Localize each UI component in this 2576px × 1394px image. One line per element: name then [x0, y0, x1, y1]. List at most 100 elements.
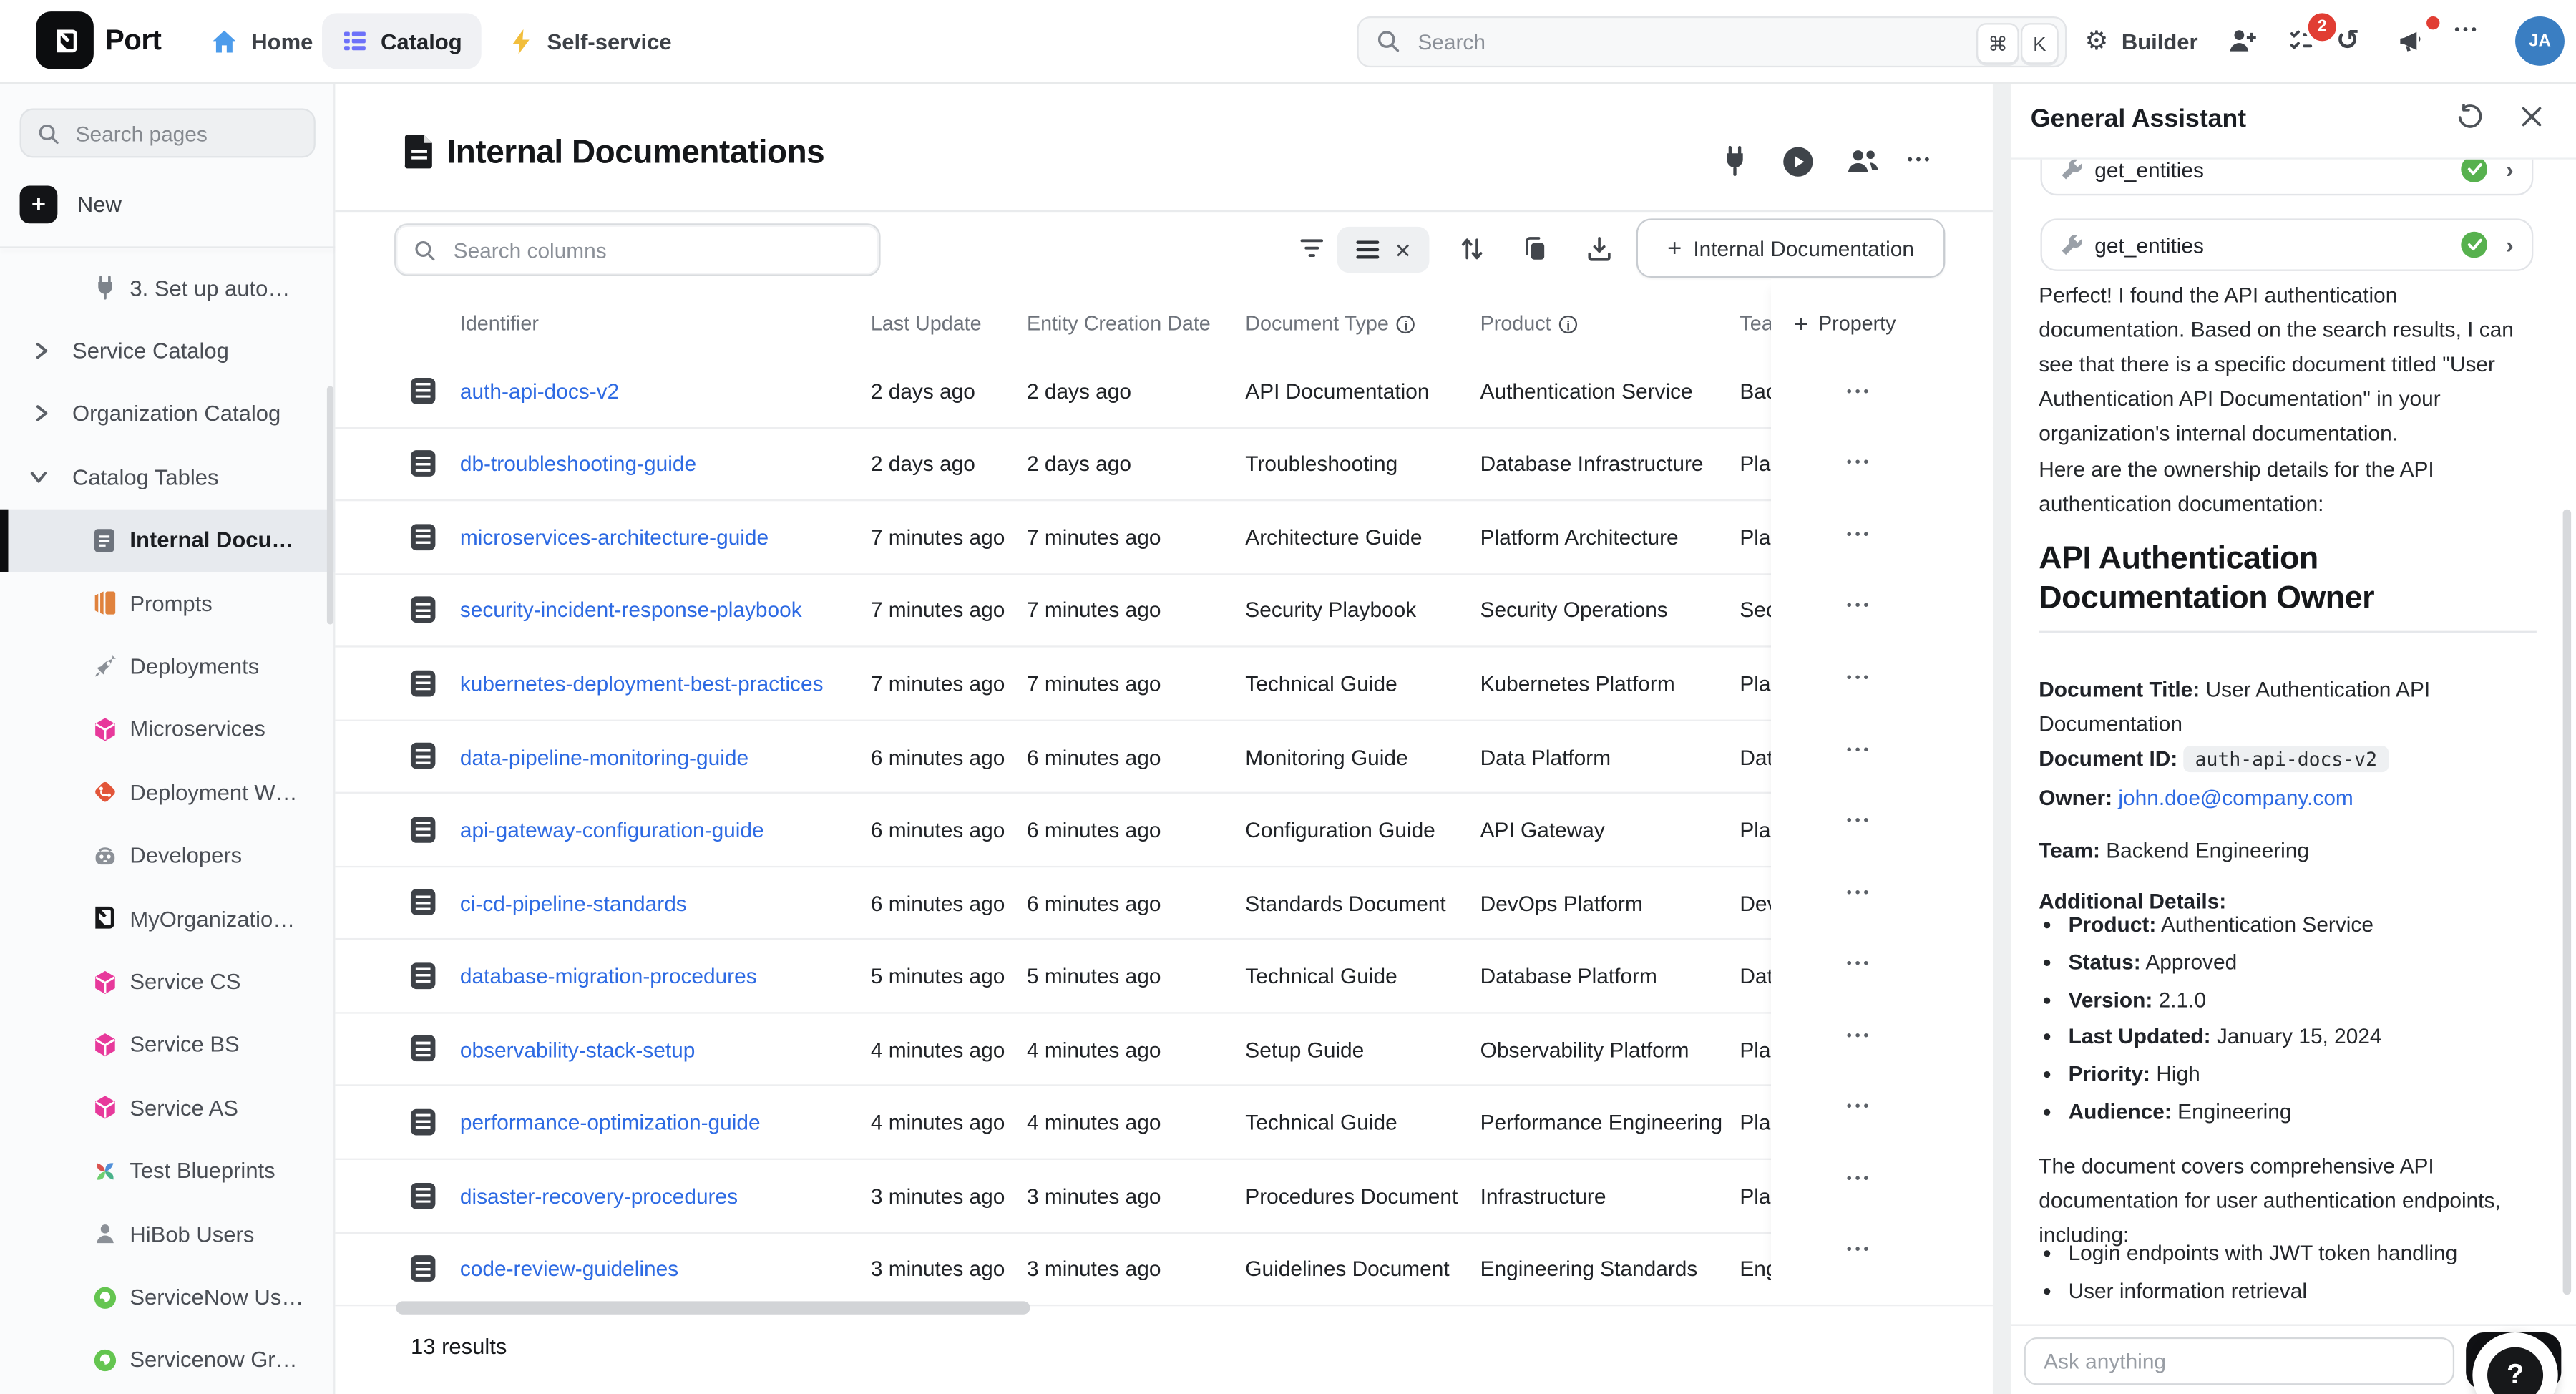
people-icon[interactable] [1845, 145, 1881, 177]
close-icon[interactable] [2519, 104, 2545, 130]
team-label: Team: [2039, 838, 2100, 862]
identifier-link[interactable]: auth-api-docs-v2 [460, 379, 619, 403]
sidebar-group-organization-catalog[interactable]: Organization Catalog [0, 382, 335, 445]
table-row: observability-stack-setup 4 minutes ago … [335, 1013, 1993, 1086]
global-search[interactable]: ⌘ K [1357, 16, 2067, 67]
row-menu-icon[interactable] [1840, 1091, 1878, 1121]
history-icon[interactable]: ↺ [2336, 24, 2360, 57]
sidebar-item-myorganization[interactable]: MyOrganizatio… [0, 887, 335, 950]
sidebar-search[interactable] [20, 109, 316, 158]
more-icon[interactable]: ••• [2454, 21, 2479, 38]
sidebar-item-service-bs[interactable]: Service BS [0, 1013, 335, 1076]
more-icon[interactable]: ••• [1908, 151, 1933, 167]
row-menu-icon[interactable] [1840, 662, 1878, 691]
reset-icon[interactable] [2456, 104, 2484, 132]
add-property-button[interactable]: + Property [1794, 293, 1896, 355]
sort-icon[interactable] [1459, 235, 1485, 263]
sidebar-search-input[interactable] [72, 119, 293, 147]
announcements-icon[interactable] [2395, 24, 2428, 57]
product-cell: Security Operations [1480, 598, 1668, 622]
sidebar-item-deployment-workflows[interactable]: Deployment W… [0, 761, 335, 824]
row-menu-icon[interactable] [1840, 447, 1878, 477]
row-menu-icon[interactable] [1840, 733, 1878, 763]
port-logo[interactable] [36, 11, 94, 69]
identifier-link[interactable]: disaster-recovery-procedures [460, 1184, 738, 1208]
row-menu-icon[interactable] [1840, 590, 1878, 620]
row-action [1771, 641, 1993, 713]
clear-view-icon[interactable]: ✕ [1395, 238, 1412, 262]
nav-self-service[interactable]: Self-service [509, 0, 672, 82]
global-search-input[interactable] [1415, 27, 1881, 55]
row-menu-icon[interactable] [1840, 877, 1878, 906]
horizontal-scrollbar[interactable] [396, 1301, 1030, 1313]
chevron-right-icon: › [2506, 157, 2514, 182]
plug-icon[interactable] [1720, 145, 1750, 177]
col-entity-creation-date[interactable]: Entity Creation Date [1027, 293, 1211, 355]
last-update-cell: 7 minutes ago [871, 598, 1005, 622]
col-last-update[interactable]: Last Update [871, 293, 982, 355]
column-search[interactable] [394, 223, 881, 276]
document-type-cell: Setup Guide [1245, 1037, 1364, 1061]
sidebar-item-developers[interactable]: Developers [0, 824, 335, 887]
identifier-link[interactable]: security-incident-response-playbook [460, 598, 802, 622]
row-menu-icon[interactable] [1840, 1020, 1878, 1049]
nav-catalog[interactable]: Catalog [322, 13, 482, 69]
identifier-link[interactable]: kubernetes-deployment-best-practices [460, 671, 824, 696]
sidebar-scrollbar[interactable] [327, 386, 333, 625]
row-menu-icon[interactable] [1840, 1163, 1878, 1192]
identifier-link[interactable]: data-pipeline-monitoring-guide [460, 744, 748, 769]
sidebar-item-test-blueprints[interactable]: Test Blueprints [0, 1139, 335, 1202]
copy-icon[interactable] [1521, 235, 1549, 263]
row-menu-icon[interactable] [1840, 805, 1878, 834]
row-menu-icon[interactable] [1840, 376, 1878, 405]
sidebar-group-catalog-tables[interactable]: Catalog Tables [0, 446, 335, 509]
sidebar-item-hibob-users[interactable]: HiBob Users [0, 1203, 335, 1266]
identifier-link[interactable]: db-troubleshooting-guide [460, 452, 696, 476]
filter-icon[interactable] [1298, 235, 1326, 261]
assistant-paragraph: Perfect! I found the API authentication … [2039, 278, 2542, 451]
row-menu-icon[interactable] [1840, 519, 1878, 548]
sidebar-item-servicenow-groups[interactable]: Servicenow Gr… [0, 1329, 335, 1392]
identifier-link[interactable]: code-review-guidelines [460, 1257, 678, 1281]
col-document-type[interactable]: Document Typei [1245, 293, 1415, 355]
sidebar-item-prompts[interactable]: Prompts [0, 572, 335, 635]
assistant-scrollbar[interactable] [2563, 510, 2570, 1295]
ask-input[interactable] [2024, 1337, 2455, 1385]
identifier-link[interactable]: observability-stack-setup [460, 1037, 695, 1061]
tool-call-card[interactable]: get_entities › [2041, 218, 2534, 270]
row-action [1771, 927, 1993, 999]
row-menu-icon[interactable] [1840, 948, 1878, 978]
avatar[interactable]: JA [2515, 16, 2565, 66]
col-team[interactable]: Tea [1740, 293, 1772, 355]
sidebar-item-microservices[interactable]: Microservices [0, 698, 335, 761]
identifier-link[interactable]: database-migration-procedures [460, 964, 757, 988]
identifier-link[interactable]: performance-optimization-guide [460, 1110, 761, 1134]
creation-date-cell: 6 minutes ago [1027, 817, 1161, 842]
play-circle-icon[interactable] [1781, 145, 1815, 179]
robot-icon [92, 842, 119, 869]
invite-user-icon[interactable] [2226, 24, 2259, 57]
view-toggle[interactable]: ✕ [1337, 227, 1430, 273]
col-identifier[interactable]: Identifier [460, 293, 539, 355]
identifier-link[interactable]: ci-cd-pipeline-standards [460, 891, 687, 915]
plus-icon: + [1667, 235, 1682, 260]
download-icon[interactable] [1586, 235, 1614, 263]
column-search-input[interactable] [450, 235, 834, 263]
sidebar-group-service-catalog[interactable]: Service Catalog [0, 319, 335, 382]
row-menu-icon[interactable] [1840, 1234, 1878, 1264]
owner-link[interactable]: john.doe@company.com [2118, 785, 2353, 809]
builder-button[interactable]: ⚙ Builder [2085, 0, 2198, 82]
nav-home[interactable]: Home [210, 0, 313, 82]
add-internal-documentation-button[interactable]: + Internal Documentation [1636, 218, 1946, 278]
identifier-link[interactable]: microservices-architecture-guide [460, 525, 769, 549]
sidebar-item-deployments[interactable]: Deployments [0, 635, 335, 698]
identifier-link[interactable]: api-gateway-configuration-guide [460, 817, 764, 842]
col-product[interactable]: Producti [1480, 293, 1578, 355]
sidebar-item-servicenow-users[interactable]: ServiceNow Us… [0, 1266, 335, 1329]
sidebar-item-service-as[interactable]: Service AS [0, 1076, 335, 1139]
sidebar-item-service-cs[interactable]: Service CS [0, 950, 335, 1013]
sidebar-item-setup-auto[interactable]: 3. Set up auto… [0, 256, 335, 319]
sidebar-item-internal-documentations[interactable]: Internal Docu… [0, 509, 335, 572]
new-button[interactable]: + New [20, 181, 122, 227]
tool-call-card[interactable]: get_entities › [2041, 157, 2534, 195]
